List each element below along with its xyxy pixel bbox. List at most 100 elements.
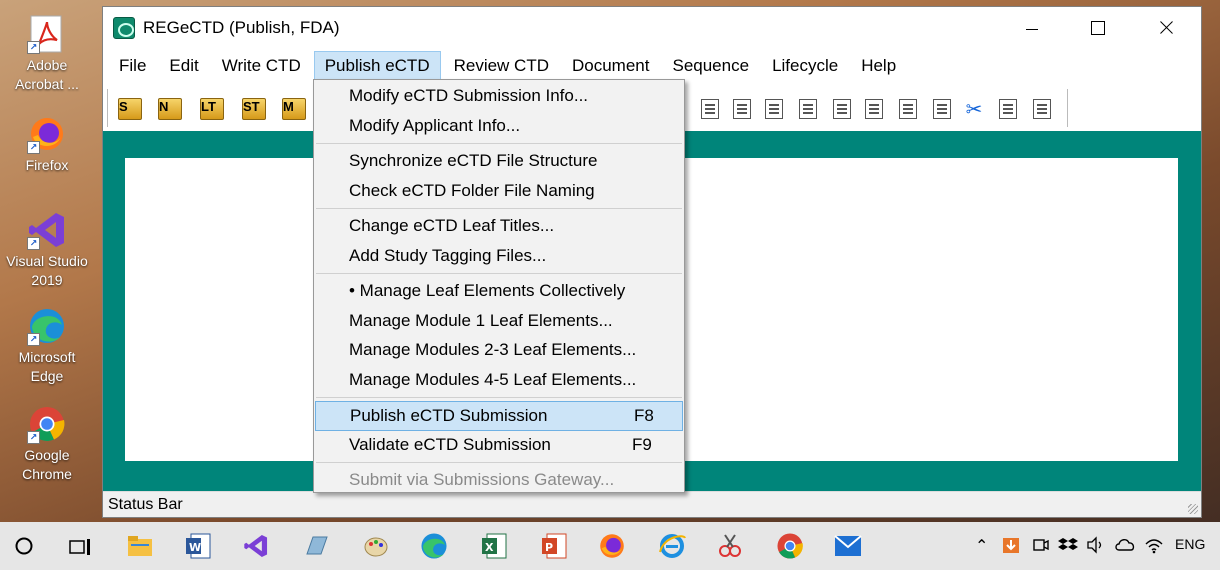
- menu-item-publish-submission[interactable]: Publish eCTD Submission F8: [315, 401, 683, 431]
- menu-item-label: Add Study Tagging Files...: [349, 245, 547, 265]
- toolbar-m-button[interactable]: M: [279, 95, 309, 123]
- desktop-icon-adobe-acrobat[interactable]: ↗ Adobe Acrobat ...: [2, 14, 92, 94]
- menu-item-label: Modify Applicant Info...: [349, 115, 521, 135]
- taskbar-app-glass[interactable]: [302, 532, 330, 560]
- menu-item-label: Submit via Submissions Gateway...: [349, 470, 615, 489]
- tray-cloud-icon[interactable]: [1114, 536, 1136, 555]
- close-button[interactable]: [1143, 11, 1189, 45]
- menu-item-manage-modules-4-5[interactable]: Manage Modules 4-5 Leaf Elements...: [314, 366, 684, 396]
- toolbar-st-button[interactable]: ST: [239, 95, 269, 123]
- menu-item-add-study-tagging[interactable]: Add Study Tagging Files...: [314, 242, 684, 272]
- taskbar: W X P ⌃ ENG: [0, 522, 1220, 570]
- taskbar-edge[interactable]: [420, 532, 448, 560]
- desktop-icon-google-chrome[interactable]: ↗ Google Chrome: [2, 404, 92, 484]
- toolbar-find-button[interactable]: [793, 95, 823, 123]
- menu-item-label: Synchronize eCTD File Structure: [349, 151, 598, 170]
- taskbar-mail[interactable]: [834, 532, 862, 560]
- desktop-icon-label: Firefox: [25, 157, 69, 173]
- taskbar-excel[interactable]: X: [480, 532, 508, 560]
- menu-item-label: Change eCTD Leaf Titles...: [349, 216, 555, 235]
- chrome-icon: ↗: [27, 404, 67, 444]
- copy-icon: [999, 99, 1017, 119]
- desktop-icon-firefox[interactable]: ↗ Firefox: [2, 114, 92, 175]
- desktop-icon-visual-studio[interactable]: ↗ Visual Studio 2019: [2, 210, 92, 290]
- taskbar-chrome[interactable]: [776, 532, 804, 560]
- toolbar-copy-button[interactable]: [993, 95, 1023, 123]
- toolbar-copy-docs-button[interactable]: [893, 95, 923, 123]
- desktop-icon-label: Visual Studio 2019: [6, 253, 88, 288]
- menu-bar: File Edit Write CTD Publish eCTD Review …: [103, 51, 1201, 81]
- menu-separator: [316, 462, 682, 463]
- search-circle-icon: [15, 537, 33, 555]
- scissors-icon: ✂: [965, 98, 983, 121]
- edge-icon: [421, 533, 447, 559]
- task-view-button[interactable]: [66, 532, 94, 560]
- window-icon: [833, 99, 851, 119]
- svg-text:P: P: [545, 541, 553, 554]
- adobe-acrobat-icon: ↗: [27, 14, 67, 54]
- tray-volume-icon[interactable]: [1086, 536, 1106, 557]
- maximize-button[interactable]: [1074, 11, 1120, 45]
- menu-separator: [316, 397, 682, 398]
- tray-chevron-up-icon[interactable]: ⌃: [975, 536, 988, 556]
- visual-studio-icon: ↗: [27, 210, 67, 250]
- tray-meet-now-icon[interactable]: [1032, 536, 1050, 557]
- menu-help[interactable]: Help: [851, 51, 906, 81]
- menu-item-modify-applicant-info[interactable]: Modify Applicant Info...: [314, 112, 684, 142]
- toolbar-s-button[interactable]: S: [115, 95, 145, 123]
- menu-lifecycle[interactable]: Lifecycle: [762, 51, 848, 81]
- menu-edit[interactable]: Edit: [159, 51, 208, 81]
- menu-publish-ectd[interactable]: Publish eCTD: [313, 51, 441, 81]
- taskbar-visual-studio[interactable]: [242, 532, 270, 560]
- desktop-icon-microsoft-edge[interactable]: ↗ Microsoft Edge: [2, 306, 92, 386]
- taskbar-powerpoint[interactable]: P: [540, 532, 568, 560]
- tray-update-icon[interactable]: [1002, 534, 1020, 557]
- toolbar-separator: [1067, 89, 1068, 127]
- toolbar-clipboard-button[interactable]: [759, 95, 789, 123]
- toolbar-doc-arrow-button[interactable]: [727, 95, 757, 123]
- taskbar-firefox[interactable]: [598, 532, 626, 560]
- svg-text:X: X: [485, 541, 494, 554]
- minimize-button[interactable]: [1009, 11, 1055, 45]
- menu-write-ctd[interactable]: Write CTD: [212, 51, 311, 81]
- menu-file[interactable]: File: [109, 51, 156, 81]
- taskbar-paint[interactable]: [362, 532, 390, 560]
- tray-wifi-icon[interactable]: [1144, 536, 1164, 557]
- menu-item-label: Manage Module 1 Leaf Elements...: [349, 310, 613, 330]
- taskbar-snipping-tool[interactable]: [716, 532, 744, 560]
- menu-item-manage-modules-2-3[interactable]: Manage Modules 2-3 Leaf Elements...: [314, 336, 684, 366]
- taskbar-internet-explorer[interactable]: [658, 532, 686, 560]
- menu-shortcut-key: F9: [632, 434, 652, 454]
- firefox-icon: [600, 534, 624, 558]
- toolbar-window-button[interactable]: [827, 95, 857, 123]
- menu-document[interactable]: Document: [562, 51, 659, 81]
- tray-dropbox-icon[interactable]: [1058, 536, 1078, 557]
- menu-sequence[interactable]: Sequence: [662, 51, 759, 81]
- menu-item-label: Manage Modules 2-3 Leaf Elements...: [349, 340, 637, 359]
- chrome-icon: [777, 533, 803, 559]
- menu-item-manage-module-1[interactable]: Manage Module 1 Leaf Elements...: [314, 307, 684, 337]
- menu-shortcut-key: F8: [634, 406, 654, 425]
- toolbar-lt-button[interactable]: LT: [197, 95, 227, 123]
- menu-item-validate-submission[interactable]: Validate eCTD Submission F9: [314, 431, 684, 461]
- title-bar[interactable]: REGeCTD (Publish, FDA): [103, 7, 1201, 49]
- task-view-icon: [69, 539, 90, 555]
- toolbar-list-button[interactable]: [859, 95, 889, 123]
- toolbar-notes-button[interactable]: [927, 95, 957, 123]
- toolbar-paste-button[interactable]: [1027, 95, 1057, 123]
- menu-item-synchronize-file-structure[interactable]: Synchronize eCTD File Structure: [314, 147, 684, 177]
- resize-grip[interactable]: [1188, 504, 1198, 514]
- desktop-icon-label: Adobe Acrobat ...: [15, 57, 79, 92]
- toolbar-cut-button[interactable]: ✂: [959, 95, 989, 123]
- menu-item-modify-submission-info[interactable]: Modify eCTD Submission Info...: [314, 82, 684, 112]
- menu-item-change-leaf-titles[interactable]: Change eCTD Leaf Titles...: [314, 212, 684, 242]
- taskbar-word[interactable]: W: [184, 532, 212, 560]
- search-button[interactable]: [10, 532, 38, 560]
- menu-review-ctd[interactable]: Review CTD: [444, 51, 559, 81]
- toolbar-search-doc-button[interactable]: [695, 95, 725, 123]
- menu-item-manage-leaf-collectively[interactable]: • Manage Leaf Elements Collectively: [314, 277, 684, 307]
- menu-item-check-folder-naming[interactable]: Check eCTD Folder File Naming: [314, 177, 684, 207]
- taskbar-file-explorer[interactable]: [126, 532, 154, 560]
- toolbar-n-button[interactable]: N: [155, 95, 185, 123]
- tray-language[interactable]: ENG: [1175, 536, 1205, 552]
